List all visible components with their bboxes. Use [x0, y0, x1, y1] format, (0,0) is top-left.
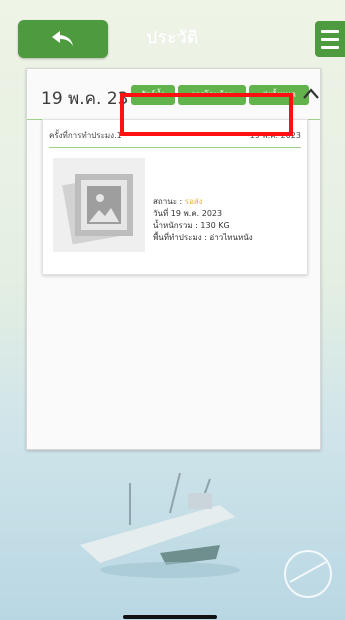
status-label: สถานะ : — [153, 197, 185, 206]
app-header: ประวัติ — [0, 0, 345, 68]
fishing-boat-illustration — [80, 472, 240, 578]
record-group-date: 19 พ.ค. 23 — [41, 89, 129, 109]
back-button[interactable] — [18, 20, 108, 58]
status-row: สถานะ : รอส่ง — [153, 196, 253, 208]
back-arrow-icon — [52, 31, 73, 46]
home-indicator[interactable] — [123, 615, 217, 619]
image-placeholder-icon — [62, 174, 133, 245]
fishing-area: พื้นที่ทำประมง : อ่าวไทนหนัง — [153, 233, 253, 242]
record-info: สถานะ : รอส่ง วันที่ 19 พ.ค. 2023 น้ำหนั… — [153, 196, 253, 244]
record-date-line: วันที่ 19 พ.ค. 2023 — [153, 209, 223, 218]
menu-button[interactable] — [315, 21, 345, 57]
fishing-record-card[interactable]: ครั้งที่การทำประมง.1 19 พ.ค. 2023 สถานะ … — [42, 119, 308, 275]
watermark-logo-icon — [284, 550, 332, 598]
hamburger-menu-icon — [321, 29, 339, 33]
page-title: ประวัติ — [146, 28, 199, 48]
highlight-box — [120, 93, 293, 136]
chevron-up-icon[interactable] — [302, 85, 320, 103]
card-title: ครั้งที่การทำประมง.1 — [49, 131, 122, 140]
status-value: รอส่ง — [184, 197, 203, 206]
record-thumbnail — [53, 158, 145, 252]
total-weight: น้ำหนักรวม : 130 KG — [153, 221, 230, 230]
